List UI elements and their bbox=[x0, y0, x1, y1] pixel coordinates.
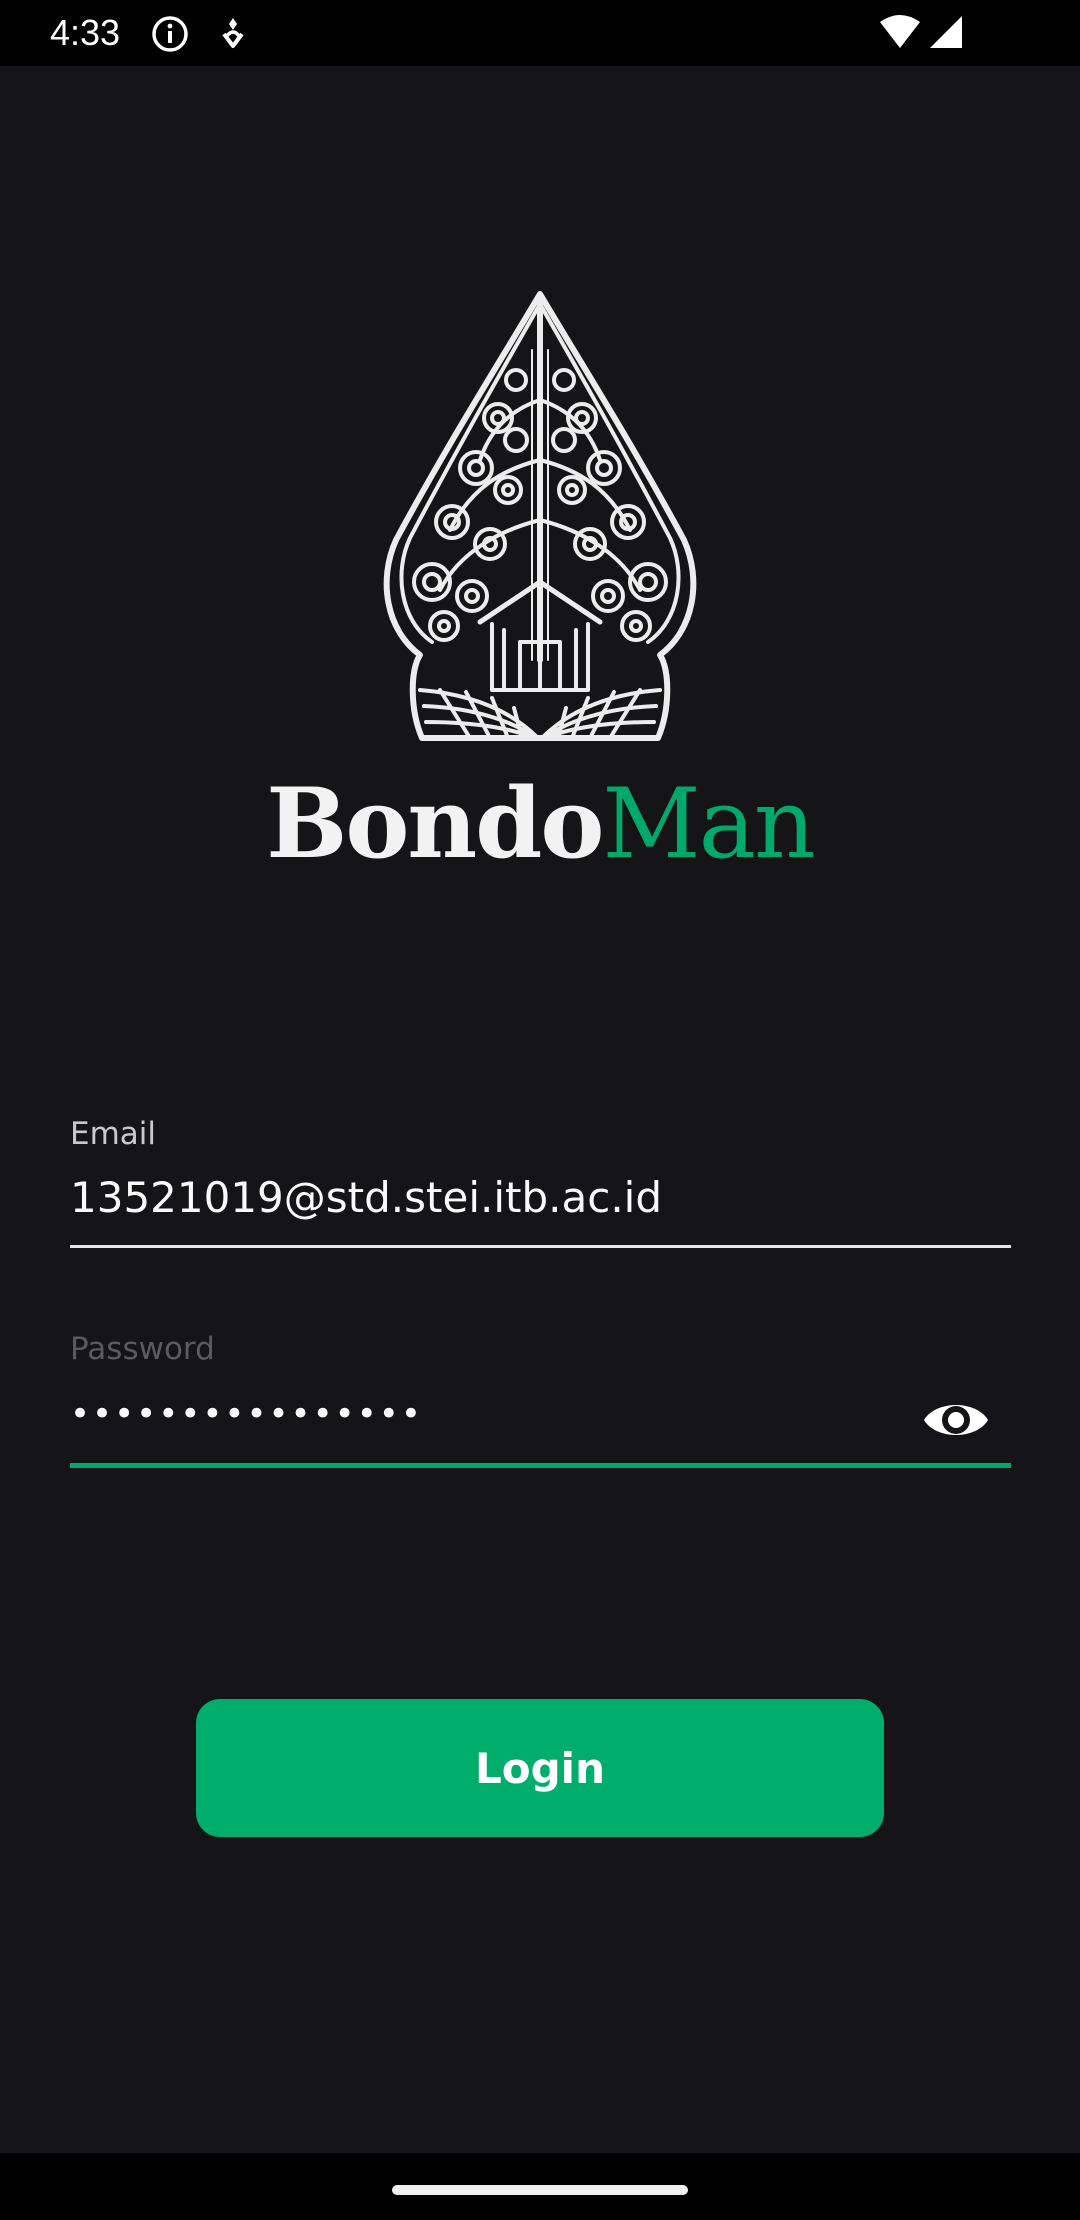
wifi-icon bbox=[880, 15, 920, 48]
gunungan-wayang-logo bbox=[380, 290, 700, 750]
app-title-part1: Bondo bbox=[266, 767, 604, 880]
password-label: Password bbox=[70, 1331, 215, 1367]
app-title-part2: Man bbox=[602, 768, 815, 880]
cell-signal-icon bbox=[930, 16, 962, 48]
location-pin-icon bbox=[222, 18, 244, 48]
app-title: BondoMan bbox=[0, 764, 1080, 884]
login-button[interactable]: Login bbox=[196, 1699, 884, 1837]
email-label: Email bbox=[70, 1116, 157, 1152]
email-input[interactable]: 13521019@std.stei.itb.ac.id bbox=[70, 1168, 662, 1228]
password-underline bbox=[70, 1463, 1011, 1468]
status-bar: 4:33 bbox=[0, 0, 1080, 66]
home-gesture-bar[interactable] bbox=[392, 2185, 688, 2195]
email-underline bbox=[70, 1245, 1011, 1248]
status-time: 4:33 bbox=[50, 12, 121, 53]
info-icon bbox=[152, 16, 188, 52]
eye-icon[interactable] bbox=[920, 1390, 992, 1450]
password-input[interactable]: •••••••••••••••• bbox=[70, 1386, 423, 1442]
